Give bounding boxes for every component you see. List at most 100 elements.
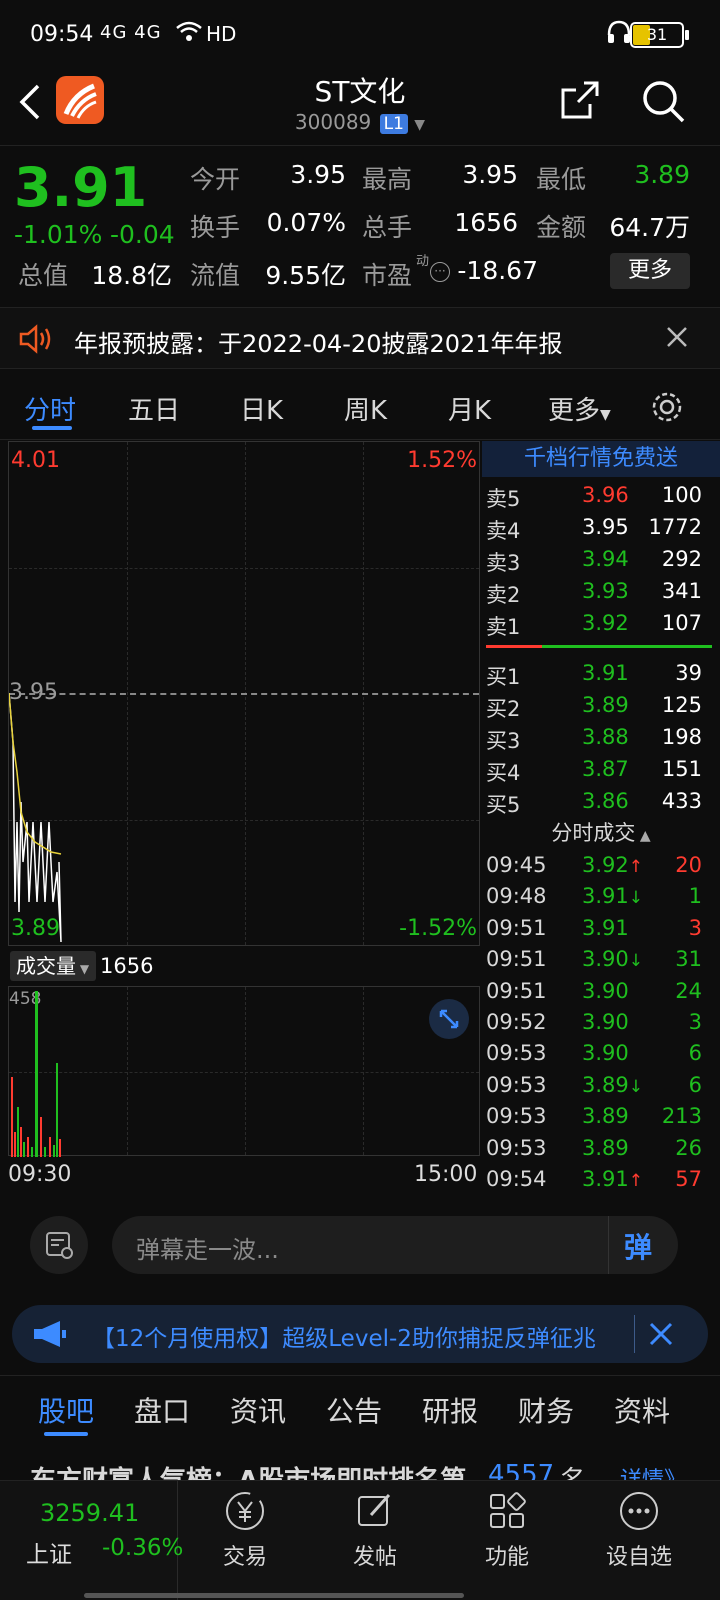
bottom-toolbar: 3259.41 上证 -0.36% 交易 发帖 功能 设自选: [0, 1480, 720, 1600]
pe-info-icon[interactable]: ···: [430, 262, 450, 282]
high-label: 最高: [362, 165, 413, 194]
time-axis-end: 15:00: [414, 1162, 478, 1187]
trade-button[interactable]: 交易: [190, 1489, 300, 1571]
popularity-detail-link[interactable]: 详情》: [620, 1462, 686, 1480]
triangle-down-icon: ▼: [76, 962, 90, 976]
tab-daily-k[interactable]: 日K: [240, 390, 283, 427]
trade-row: 09:51 3.91 3: [482, 914, 720, 946]
promo-text: 【12个月使用权】超级Level-2助你捕捉反弹征兆: [92, 1326, 596, 1352]
volume-bars-svg: [11, 991, 61, 1157]
comment-list-icon[interactable]: [30, 1216, 88, 1274]
chart-period-tabs: 分时 五日 日K 周K 月K 更多▼: [0, 372, 720, 440]
post-button[interactable]: 发帖: [320, 1489, 430, 1571]
promo-close-icon[interactable]: [648, 1321, 674, 1351]
index-name: 上证: [26, 1542, 72, 1568]
post-label: 发帖: [352, 1545, 397, 1570]
popularity-rank-line[interactable]: 东方财富人气榜：A股市场即时排名第 4557 名 详情》: [0, 1448, 720, 1480]
bid-row[interactable]: 买2 3.89 125: [482, 691, 720, 723]
trade-time: 09:53: [486, 1041, 547, 1066]
grid-icon: [490, 1492, 526, 1528]
trade-price-value: 3.89: [582, 1104, 629, 1129]
tab-pankou[interactable]: 盘口: [134, 1390, 190, 1430]
close-icon[interactable]: [664, 324, 690, 354]
turnover-label: 换手: [190, 213, 241, 242]
trade-quantity: 6: [688, 1041, 702, 1066]
expand-icon[interactable]: [429, 999, 469, 1039]
bid-row[interactable]: 买1 3.91 39: [482, 659, 720, 691]
index-change: -0.36%: [102, 1535, 184, 1561]
tab-news[interactable]: 资讯: [230, 1390, 286, 1430]
tab-intraday[interactable]: 分时: [24, 390, 76, 427]
pe-value: -18.67: [457, 256, 538, 285]
volume-indicator-select[interactable]: 成交量 ▼: [10, 951, 96, 981]
notice-text: 年报预披露：于2022-04-20披露2021年年报: [74, 330, 563, 358]
trade-price-value: 3.91: [582, 1167, 629, 1191]
axis-low-percent: -1.52%: [399, 916, 477, 941]
stock-code: 300089: [294, 110, 372, 134]
notice-bar[interactable]: 年报预披露：于2022-04-20披露2021年年报: [0, 307, 720, 369]
trade-quantity: 3: [688, 915, 702, 940]
danmaku-comment-bar: 弹幕走一波... 弹: [0, 1198, 720, 1298]
level2-promo-button[interactable]: 千档行情免费送: [482, 441, 720, 477]
more-dots-icon: [620, 1492, 658, 1530]
ask-price: 3.92: [582, 611, 629, 635]
index-ticker[interactable]: 3259.41 上证 -0.36%: [0, 1481, 183, 1600]
functions-button[interactable]: 功能: [452, 1489, 562, 1571]
ask-price: 3.94: [582, 547, 629, 571]
level-badge: L1: [379, 114, 408, 134]
ask-row[interactable]: 卖4 3.95 1772: [482, 513, 720, 545]
danmaku-input[interactable]: 弹幕走一波... 弹: [112, 1216, 678, 1274]
ask-level-label: 卖3: [486, 551, 521, 575]
tab-profile[interactable]: 资料: [614, 1390, 670, 1430]
tab-more[interactable]: 更多▼: [548, 390, 611, 427]
tab-announcements[interactable]: 公告: [326, 1390, 382, 1430]
bid-row[interactable]: 买3 3.88 198: [482, 723, 720, 755]
search-icon[interactable]: [640, 78, 686, 128]
bid-price: 3.86: [582, 789, 629, 813]
tab-monthly-k[interactable]: 月K: [448, 390, 491, 427]
volume-value: 1656: [454, 208, 518, 237]
trade-price: 3.91↓: [582, 884, 643, 908]
trade-price: 3.90: [582, 1041, 629, 1065]
trade-quantity: 3: [688, 1010, 702, 1034]
ask-price: 3.95: [582, 515, 629, 539]
intraday-price-chart[interactable]: 4.01 1.52% 3.95 3.89 -1.52%: [8, 441, 480, 946]
add-watchlist-button[interactable]: 设自选: [584, 1489, 694, 1571]
ask-row[interactable]: 卖3 3.94 292: [482, 545, 720, 577]
trade-row: 09:53 3.90 6: [482, 1039, 720, 1071]
ask-row[interactable]: 卖2 3.93 341: [482, 577, 720, 609]
bid-row[interactable]: 买4 3.87 151: [482, 755, 720, 787]
bid-level-label: 买3: [486, 729, 521, 753]
trade-time: 09:53: [486, 1135, 547, 1160]
trade-row: 09:53 3.89 26: [482, 1134, 720, 1166]
trade-price: 3.90: [582, 1010, 629, 1034]
bid-level-label: 买4: [486, 761, 521, 785]
trade-row: 09:51 3.90↓ 31: [482, 945, 720, 977]
ask-row[interactable]: 卖5 3.96 100: [482, 481, 720, 513]
arrow-up-icon: ↑: [628, 1171, 644, 1191]
tab-five-day[interactable]: 五日: [128, 390, 180, 427]
headset-icon: [606, 20, 632, 52]
yuan-icon: [226, 1492, 264, 1530]
tab-guba[interactable]: 股吧: [38, 1390, 94, 1430]
tab-research[interactable]: 研报: [422, 1390, 478, 1430]
trade-quantity: 31: [675, 947, 702, 972]
tab-finance[interactable]: 财务: [518, 1390, 574, 1430]
danmaku-send-button[interactable]: 弹: [624, 1226, 652, 1266]
trade-price: 3.90↓: [582, 947, 643, 971]
trades-header[interactable]: 分时成交 ▲: [482, 817, 720, 847]
bid-row[interactable]: 买5 3.86 433: [482, 787, 720, 819]
volume-chart[interactable]: 458: [8, 986, 480, 1157]
settings-gear-icon[interactable]: [650, 390, 684, 428]
price-line: [9, 692, 62, 943]
trade-row: 09:54 3.91↑ 57: [482, 1165, 720, 1197]
ask-row[interactable]: 卖1 3.92 107: [482, 609, 720, 641]
trade-label: 交易: [222, 1545, 267, 1570]
promo-banner[interactable]: 【12个月使用权】超级Level-2助你捕捉反弹征兆: [12, 1305, 708, 1363]
share-icon[interactable]: [560, 80, 600, 124]
open-value: 3.95: [290, 160, 346, 189]
bid-level-label: 买1: [486, 665, 521, 689]
stock-code-row[interactable]: 300089 L1 ▼: [0, 110, 720, 134]
more-button[interactable]: 更多: [610, 253, 690, 289]
tab-weekly-k[interactable]: 周K: [344, 390, 387, 427]
